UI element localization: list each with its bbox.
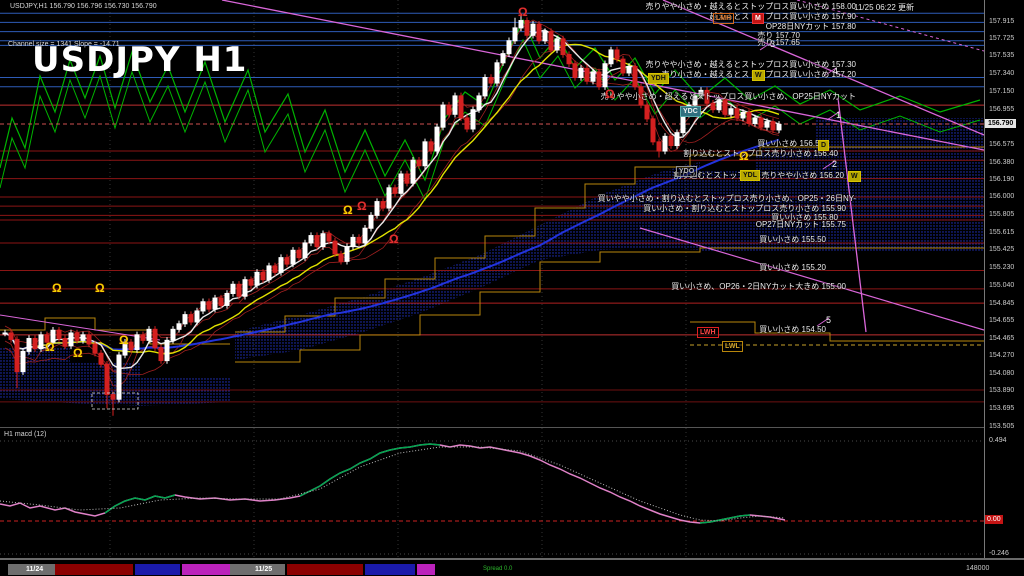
- macd-main-line-up: [105, 495, 175, 513]
- sequence-marker-1: 1: [836, 111, 841, 120]
- level-label-ydl: YDL: [740, 170, 760, 181]
- omega-sell-icon: Ω: [518, 6, 528, 18]
- price-tick: 153.505: [989, 423, 1014, 430]
- price-tick: 155.615: [989, 229, 1014, 236]
- session-segment: [287, 564, 363, 575]
- omega-sell-icon: Ω: [389, 233, 399, 245]
- price-tick: 154.080: [989, 370, 1014, 377]
- price-tick: 154.655: [989, 317, 1014, 324]
- omega-buy-icon: Ω: [119, 334, 129, 346]
- trade-annotation: 売りやや小さめ・超えるとストップロス買い小さめ、OP25日NYカット: [601, 93, 856, 101]
- trade-annotation: 割り込むとストップロス売り小さめ 156.40: [683, 150, 838, 158]
- price-tick: 157.535: [989, 52, 1014, 59]
- session-segment: [135, 564, 180, 575]
- level-label-w: W: [752, 70, 765, 81]
- price-tick: 155.805: [989, 211, 1014, 218]
- chart-watermark-title: USDJPY H1: [32, 40, 247, 80]
- omega-buy-icon: Ω: [95, 282, 105, 294]
- status-text: Spread 0.0: [483, 566, 512, 572]
- price-tick: 155.040: [989, 282, 1014, 289]
- level-label-d: D: [818, 140, 829, 151]
- kumo-cloud: [235, 162, 700, 360]
- trade-annotation: 売りやや小さめ・越えるとストップロス買い小さめ 157.30: [646, 61, 856, 69]
- session-right-readout: 148000: [966, 565, 989, 572]
- trade-annotation: 買い小さめ 155.20: [759, 264, 826, 272]
- macd-axis-tick: -0.246: [989, 550, 1009, 557]
- session-segment: [417, 564, 435, 575]
- price-tick: 155.425: [989, 246, 1014, 253]
- level-label-lwh: LWH: [697, 327, 719, 338]
- omega-buy-icon: Ω: [73, 347, 83, 359]
- price-tick: 157.915: [989, 18, 1014, 25]
- last-updated-timestamp: 11/25 06:22 更新: [854, 2, 914, 13]
- session-segment: [365, 564, 415, 575]
- level-label-ydc: YDC: [680, 106, 701, 117]
- sequence-marker-5: 5: [826, 316, 831, 325]
- price-tick: 157.340: [989, 70, 1014, 77]
- session-segment: [182, 564, 230, 575]
- trade-annotation: 買い小さめ 156.50: [757, 140, 824, 148]
- price-tick: 154.845: [989, 300, 1014, 307]
- macd-current-value-box: 0.00: [985, 515, 1003, 524]
- price-tick: 156.380: [989, 159, 1014, 166]
- price-tick: 156.575: [989, 141, 1014, 148]
- omega-buy-icon: Ω: [343, 204, 353, 216]
- level-label-w: W: [848, 171, 861, 182]
- macd-indicator-label: H1 macd (12): [4, 431, 46, 438]
- level-label-m: M: [752, 13, 764, 24]
- kumo-cloud: [700, 118, 984, 252]
- price-tick: 155.230: [989, 264, 1014, 271]
- trade-annotation: 買いやや小さめ・割り込むとストップロス売り小さめ、OP25・26日NY-: [598, 195, 856, 203]
- level-label-ydh: YDH: [648, 73, 669, 84]
- omega-sell-icon: Ω: [357, 200, 367, 212]
- price-tick: 157.725: [989, 35, 1014, 42]
- mt4-chart-window: USDJPY,H1 156.790 156.796 156.730 156.79…: [0, 0, 1024, 576]
- macd-signal-line: [0, 447, 785, 521]
- gold-step-line: [690, 322, 984, 341]
- current-price-box: 156.790: [985, 119, 1016, 128]
- level-label-ydo: YDO: [676, 166, 697, 177]
- trade-annotation: 買い小さめ、OP26・2日NYカット大きめ 155.00: [671, 283, 846, 291]
- price-tick: 153.695: [989, 405, 1014, 412]
- session-date: 11/25: [255, 566, 272, 573]
- macd-main-line-up: [700, 515, 750, 523]
- price-tick: 156.190: [989, 176, 1014, 183]
- macd-axis-tick: 0.494: [989, 437, 1007, 444]
- main-chart-canvas[interactable]: USDJPY,H1 156.790 156.796 156.730 156.79…: [0, 0, 984, 427]
- session-date: 11/24: [26, 566, 43, 573]
- level-label-lwl: LWL: [722, 341, 743, 352]
- sequence-marker-2: 2: [832, 160, 837, 169]
- macd-main-line-up: [300, 444, 440, 496]
- price-tick: 156.000: [989, 193, 1014, 200]
- trade-annotation: 売り 157.65: [757, 39, 800, 47]
- omega-sell-icon: Ω: [605, 88, 615, 100]
- trade-annotation: OP27日NYカット 155.75: [756, 221, 846, 229]
- omega-buy-icon: Ω: [739, 150, 749, 162]
- trade-annotation: OP28日NYカット 157.80: [766, 23, 856, 31]
- trade-annotation: 買い小さめ 155.50: [759, 236, 826, 244]
- trade-annotation: 買い小さめ・割り込むとストップロス売り小さめ 155.90: [643, 205, 846, 213]
- price-tick: 156.955: [989, 106, 1014, 113]
- price-tick: 154.465: [989, 335, 1014, 342]
- level-label-lmh: LMH: [713, 13, 734, 24]
- session-segment: [55, 564, 133, 575]
- omega-buy-icon: Ω: [52, 282, 62, 294]
- price-tick: 154.270: [989, 352, 1014, 359]
- price-tick: 157.150: [989, 88, 1014, 95]
- sequence-marker-3: 3: [770, 40, 775, 49]
- price-axis[interactable]: 157.915 157.725 157.535 157.340 157.150 156.9…: [984, 0, 1024, 558]
- omega-buy-icon: Ω: [45, 341, 55, 353]
- sequence-marker-4: 4: [833, 67, 838, 76]
- trade-annotation: 売りやや小さめ・越えるとストップロス買い小さめ 158.00: [646, 3, 856, 11]
- symbol-ohlc-readout: USDJPY,H1 156.790 156.796 156.730 156.79…: [10, 3, 157, 10]
- macd-indicator-panel[interactable]: H1 macd (12): [0, 427, 984, 558]
- macd-svg[interactable]: [0, 428, 984, 558]
- trade-annotation: 買い小さめ 154.50: [759, 326, 826, 334]
- price-tick: 153.890: [989, 387, 1014, 394]
- session-timeline-bar[interactable]: 11/24 11/25 Spread 0.0 148000: [0, 558, 1024, 576]
